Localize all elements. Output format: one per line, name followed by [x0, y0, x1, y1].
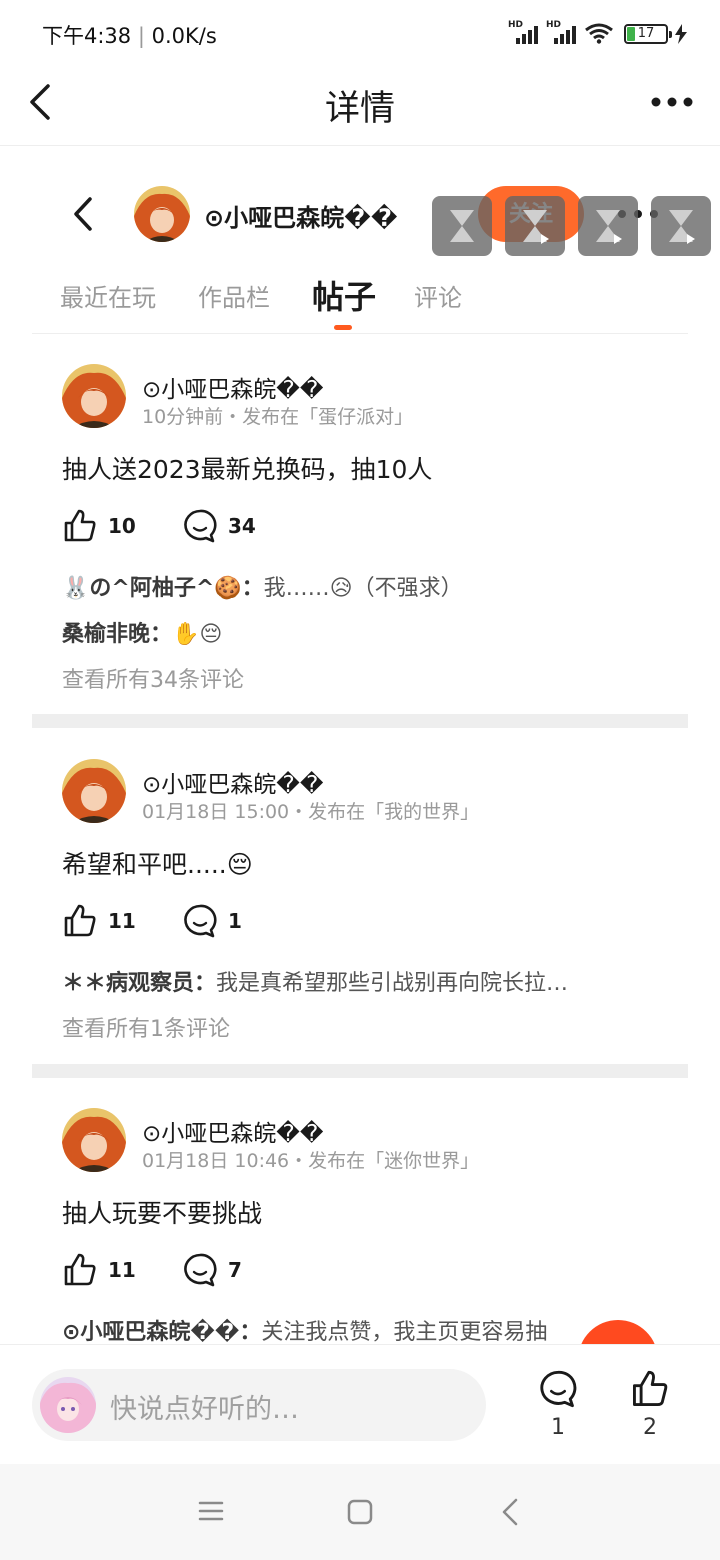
comment-button[interactable]: 7	[182, 1252, 242, 1288]
comment-input-placeholder: 快说点好听的…	[110, 1394, 299, 1425]
profile-name: ⊙小哑巴森皖��	[204, 204, 398, 232]
bottom-comment-button[interactable]: 1	[536, 1369, 580, 1440]
like-count: 11	[108, 909, 136, 933]
post-text[interactable]: 希望和平吧.....😔	[62, 845, 253, 881]
system-navigation-bar	[0, 1464, 720, 1560]
nav-home-icon[interactable]	[347, 1499, 373, 1525]
like-button[interactable]: 10	[62, 508, 136, 544]
comment-preview[interactable]: ＊＊病观察员：我是真希望那些引战别再向院长拉…	[62, 965, 568, 997]
post-meta: 10分钟前・发布在「蛋仔派对」	[142, 406, 414, 428]
post-author[interactable]: ⊙小哑巴森皖��	[142, 1114, 323, 1148]
post-card[interactable]: ⊙小哑巴森皖�� 01月18日 15:00・发布在「我的世界」 希望和平吧...…	[32, 735, 688, 1065]
like-button[interactable]: 11	[62, 1252, 136, 1288]
comment-user: ＊＊病观察员：	[62, 971, 217, 996]
post-avatar[interactable]	[62, 759, 126, 823]
like-button[interactable]: 11	[62, 903, 136, 939]
post-avatar[interactable]	[62, 364, 126, 428]
signal-icon-2: HD	[546, 20, 576, 44]
comment-user: 🐰の^阿柚子^🍪：	[62, 576, 264, 601]
floating-video-button-3[interactable]	[651, 196, 711, 256]
comment-text: 我……😥（不强求）	[263, 576, 463, 601]
comment-input-bar: 快说点好听的… 1 2	[0, 1344, 720, 1464]
top-app-bar: 详情	[0, 66, 720, 146]
floating-video-button[interactable]	[505, 196, 565, 256]
comment-preview[interactable]: 🐰の^阿柚子^🍪：我……😥（不强求）	[62, 570, 463, 602]
comment-icon	[184, 1253, 217, 1287]
signal-icon: HD	[508, 20, 538, 44]
status-speed: 0.0K/s	[151, 24, 217, 48]
comment-user: 桑榆非晚：	[62, 622, 173, 647]
comment-button[interactable]: 34	[182, 508, 256, 544]
profile-back-icon[interactable]	[72, 197, 94, 231]
nav-menu-icon[interactable]	[198, 1500, 224, 1522]
comment-preview[interactable]: 桑榆非晚：✋😔	[62, 616, 222, 648]
comment-text: 我是真希望那些引战别再向院长拉…	[216, 971, 569, 996]
page-title: 详情	[324, 89, 395, 129]
post-meta: 01月18日 10:46・发布在「迷你世界」	[142, 1150, 480, 1172]
comment-icon	[184, 509, 217, 543]
like-count: 11	[108, 1258, 136, 1282]
tab-recent[interactable]: 最近在玩	[60, 278, 156, 313]
view-all-comments[interactable]: 查看所有1条评论	[62, 1011, 230, 1043]
status-bar: 下午4:38 | 0.0K/s HD HD 17	[0, 0, 720, 66]
comment-text: ✋😔	[172, 622, 223, 647]
post-text[interactable]: 抽人送2023最新兑换码，抽10人	[62, 450, 432, 486]
bottom-like-button[interactable]: 2	[628, 1369, 672, 1440]
comment-count: 34	[228, 514, 256, 538]
battery-level: 17	[637, 26, 655, 41]
bottom-comment-count: 1	[551, 1415, 565, 1440]
comment-count: 1	[228, 909, 242, 933]
comment-count: 7	[228, 1258, 242, 1282]
like-icon	[64, 509, 96, 542]
tab-posts[interactable]: 帖子	[312, 272, 376, 318]
view-all-comments[interactable]: 查看所有34条评论	[62, 662, 244, 694]
like-icon	[64, 1253, 96, 1286]
profile-avatar[interactable]	[134, 186, 190, 242]
comment-input[interactable]: 快说点好听的…	[32, 1369, 486, 1441]
floating-window-button[interactable]	[432, 196, 492, 256]
post-divider	[32, 714, 688, 728]
nav-back-icon[interactable]	[500, 1498, 520, 1526]
wifi-icon	[585, 23, 613, 44]
post-card[interactable]: ⊙小哑巴森皖�� 01月18日 10:46・发布在「迷你世界」 抽人玩要不要挑战…	[32, 1084, 688, 1344]
tab-indicator	[334, 325, 352, 330]
post-author[interactable]: ⊙小哑巴森皖��	[142, 765, 323, 799]
comment-preview[interactable]: ⊙小哑巴森皖��：关注我点赞，我主页更容易抽	[62, 1314, 547, 1344]
tab-comments[interactable]: 评论	[414, 278, 462, 313]
like-count: 10	[108, 514, 136, 538]
profile-tabs: 最近在玩 作品栏 帖子 评论	[32, 264, 688, 334]
my-avatar	[40, 1377, 96, 1433]
post-text[interactable]: 抽人玩要不要挑战	[62, 1194, 262, 1230]
status-clock: 下午4:38	[42, 24, 132, 48]
comment-icon	[540, 1370, 577, 1408]
comment-user: ⊙小哑巴森皖��：	[62, 1320, 262, 1344]
more-icon[interactable]	[650, 96, 694, 108]
post-card[interactable]: ⊙小哑巴森皖�� 10分钟前・发布在「蛋仔派对」 抽人送2023最新兑换码，抽1…	[32, 340, 688, 710]
like-icon	[633, 1370, 668, 1406]
like-icon	[64, 904, 96, 937]
bottom-like-count: 2	[643, 1415, 657, 1440]
post-meta: 01月18日 15:00・发布在「我的世界」	[142, 801, 480, 823]
battery-icon: 17	[624, 24, 672, 44]
floating-video-button-2[interactable]	[578, 196, 638, 256]
post-divider	[32, 1064, 688, 1078]
charging-icon	[675, 24, 687, 44]
comment-text: 关注我点赞，我主页更容易抽	[261, 1320, 548, 1344]
tab-works[interactable]: 作品栏	[198, 278, 270, 313]
comment-button[interactable]: 1	[182, 903, 242, 939]
post-author[interactable]: ⊙小哑巴森皖��	[142, 370, 323, 404]
post-avatar[interactable]	[62, 1108, 126, 1172]
comment-icon	[184, 904, 217, 938]
status-time: 下午4:38 | 0.0K/s	[42, 24, 217, 48]
